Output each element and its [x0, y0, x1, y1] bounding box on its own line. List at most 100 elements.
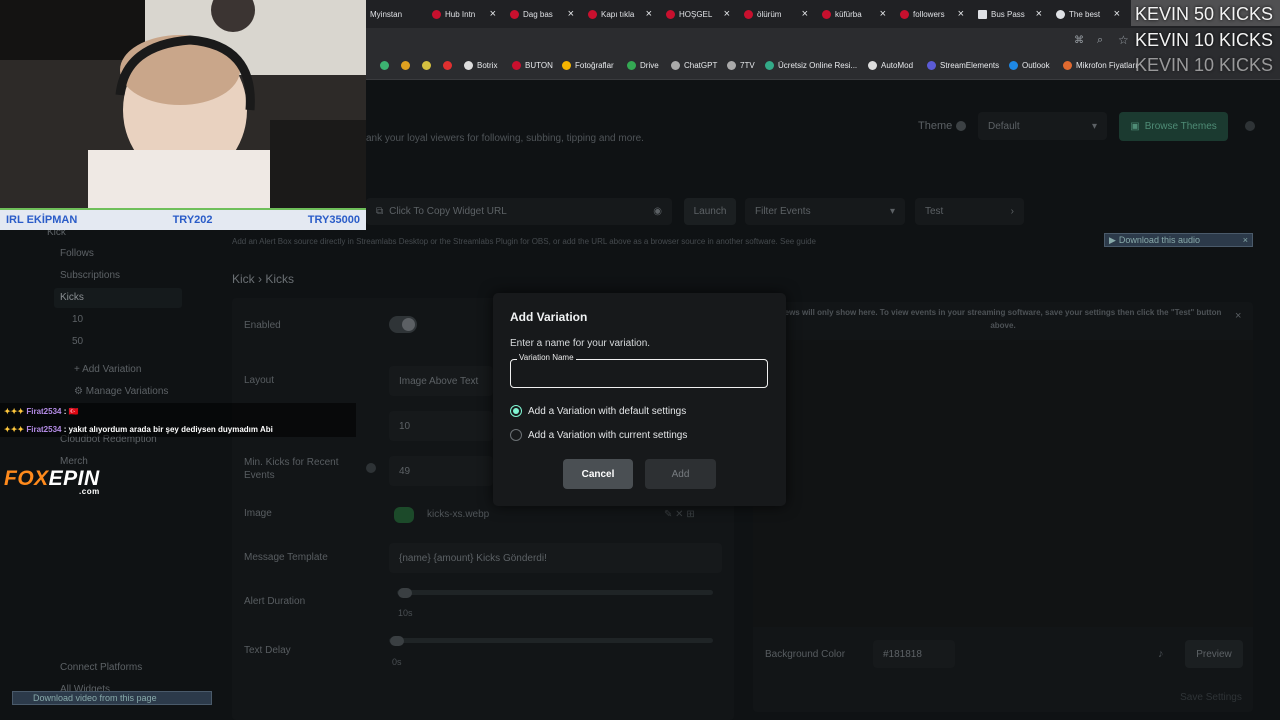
background-color-input[interactable]: #181818	[873, 640, 955, 668]
radio-default-settings[interactable]: Add a Variation with default settings	[510, 405, 686, 417]
variation-name-input[interactable]	[511, 360, 767, 387]
tab-favicon-icon	[822, 9, 831, 19]
breadcrumb-parent[interactable]: Kick	[232, 272, 255, 286]
close-icon[interactable]: ×	[724, 8, 730, 20]
close-icon[interactable]: ×	[880, 8, 886, 20]
tab-favicon-icon	[432, 9, 441, 19]
layout-select[interactable]: Image Above Text	[389, 366, 493, 396]
tab-label: followers	[913, 9, 945, 19]
tab-favicon-icon	[1056, 9, 1065, 19]
save-settings-button[interactable]: Save Settings	[1166, 686, 1256, 708]
chevron-down-icon: ▾	[1091, 120, 1097, 132]
message-template-label: Message Template	[244, 552, 328, 563]
tab-label: küfürba	[835, 9, 862, 19]
bookmark-7tv[interactable]: 7TV	[727, 61, 755, 70]
volume-icon[interactable]: ♪	[1158, 648, 1164, 660]
star-icon[interactable]: ☆	[1118, 33, 1129, 47]
bookmark-fotograflar[interactable]: Fotoğraflar	[562, 61, 614, 70]
kicks-line-3: KEVIN 10 KICKS	[1134, 55, 1273, 75]
bookmark-drive[interactable]: Drive	[627, 61, 659, 70]
browser-tab[interactable]: The best ×	[1052, 3, 1124, 25]
image-actions[interactable]: ✎ ✕ ⊞	[664, 509, 695, 520]
text-delay-label: Text Delay	[244, 645, 291, 656]
irl-label: IRL EKİPMAN	[6, 214, 78, 226]
bookmark-icon[interactable]	[422, 61, 431, 70]
bookmark-outlook[interactable]: Outlook	[1009, 61, 1050, 70]
bookmark-botrix[interactable]: Botrix	[464, 61, 497, 70]
browser-tab[interactable]: Kapı tıkla ×	[584, 3, 656, 25]
alert-duration-slider[interactable]	[397, 590, 713, 595]
gear-icon: ⚙	[74, 386, 86, 397]
sidebar-item-50[interactable]: 50	[72, 336, 83, 347]
browser-tab[interactable]: ölürüm ×	[740, 3, 812, 25]
close-icon[interactable]: ×	[646, 8, 652, 20]
sidebar-item-subscriptions[interactable]: Subscriptions	[60, 270, 120, 281]
try-small: TRY202	[172, 214, 213, 226]
bookmark-buton[interactable]: BUTON	[512, 61, 553, 70]
bookmark-streamelements[interactable]: StreamElements	[927, 61, 999, 70]
sidebar-item-10[interactable]: 10	[72, 314, 83, 325]
background-color-label: Background Color	[765, 649, 846, 660]
browser-tab[interactable]: followers ×	[896, 3, 968, 25]
sidebar-merch[interactable]: Merch	[60, 456, 88, 467]
min-amount-input[interactable]: 10	[389, 411, 493, 441]
radio-unselected-icon[interactable]	[510, 429, 522, 441]
bookmark-mikrofon[interactable]: Mikrofon Fiyatları	[1063, 61, 1137, 70]
sidebar-item-follows[interactable]: Follows	[60, 248, 94, 259]
bookmark-automod[interactable]: AutoMod	[868, 61, 913, 70]
kicks-line-2: KEVIN 10 KICKS	[1134, 30, 1273, 50]
close-icon[interactable]: ×	[568, 8, 574, 20]
variation-name-field[interactable]: Variation Name	[510, 353, 768, 388]
min-recent-input[interactable]: 49	[389, 456, 493, 486]
enabled-toggle[interactable]	[389, 316, 417, 333]
add-variation-link[interactable]: + Add Variation	[74, 364, 141, 375]
theme-select[interactable]: Default ▾	[978, 112, 1107, 140]
browser-tab[interactable]: HOŞGEL ×	[662, 3, 734, 25]
manage-variations-link[interactable]: ⚙ Manage Variations	[74, 386, 168, 397]
close-icon[interactable]: ×	[958, 8, 964, 20]
browser-tab[interactable]: Dag bas ×	[506, 3, 578, 25]
copy-widget-url[interactable]: ⧉ Click To Copy Widget URL ◉	[366, 198, 672, 225]
browser-tab[interactable]: Hub Intn ×	[428, 3, 500, 25]
tab-favicon-icon	[510, 9, 519, 19]
close-icon[interactable]: ×	[1114, 8, 1120, 20]
connect-platforms-link[interactable]: Connect Platforms	[60, 662, 142, 673]
help-icon[interactable]	[1245, 121, 1255, 131]
radio-current-settings[interactable]: Add a Variation with current settings	[510, 429, 687, 441]
preview-canvas	[753, 340, 1253, 627]
download-video-button[interactable]: Download video from this page	[12, 691, 212, 705]
cancel-button[interactable]: Cancel	[563, 459, 633, 489]
preview-note: ews will only show here. To view events …	[784, 308, 1222, 330]
kick-image-thumbnail	[394, 507, 414, 523]
bookmark-chatgpt[interactable]: ChatGPT	[671, 61, 717, 70]
eye-icon[interactable]: ◉	[653, 206, 662, 217]
bookmark-icon[interactable]	[380, 61, 389, 70]
bookmark-icon[interactable]	[443, 61, 452, 70]
close-icon[interactable]: ×	[1243, 235, 1248, 245]
slider-knob[interactable]	[390, 636, 404, 646]
filter-events-select[interactable]: Filter Events ▾	[745, 198, 905, 225]
test-button[interactable]: Test ›	[915, 198, 1024, 225]
bookmark-icon[interactable]	[401, 61, 410, 70]
slider-knob[interactable]	[398, 588, 412, 598]
bookmark-ucretsiz[interactable]: Ücretsiz Online Resi...	[765, 61, 857, 70]
browser-tab[interactable]: Myinstan	[366, 3, 428, 25]
text-delay-value: 0s	[392, 657, 402, 667]
zoom-icon[interactable]: ⌕	[1097, 34, 1103, 47]
message-template-input[interactable]: {name} {amount} Kicks Gönderdi!	[389, 543, 722, 573]
preview-button[interactable]: Preview	[1185, 640, 1243, 668]
close-icon[interactable]: ×	[490, 8, 496, 20]
close-icon[interactable]: ×	[1036, 8, 1042, 20]
close-icon[interactable]: ×	[802, 8, 808, 20]
text-delay-slider[interactable]	[389, 638, 713, 643]
add-button[interactable]: Add	[645, 459, 716, 489]
radio-selected-icon[interactable]	[510, 405, 522, 417]
close-icon[interactable]: ×	[1235, 310, 1241, 322]
browser-tab[interactable]: küfürba ×	[818, 3, 890, 25]
sidebar-item-kicks[interactable]: Kicks	[60, 292, 84, 303]
browse-themes-button[interactable]: ▣ Browse Themes	[1119, 112, 1228, 141]
download-audio-button[interactable]: ▶ Download this audio ×	[1104, 233, 1253, 247]
launch-button[interactable]: Launch	[684, 198, 736, 225]
browser-tab[interactable]: Bus Pass ×	[974, 3, 1046, 25]
translate-icon[interactable]: ⌘	[1074, 35, 1084, 46]
